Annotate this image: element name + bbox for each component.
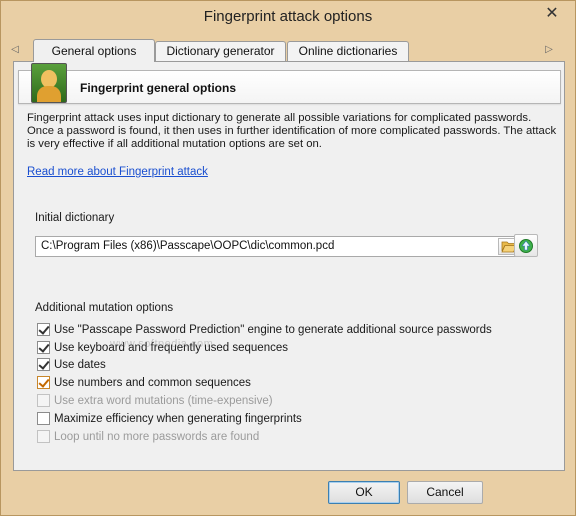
tab-dictionary-generator[interactable]: Dictionary generator — [155, 41, 286, 61]
option-numbers-sequences[interactable]: Use numbers and common sequences — [37, 375, 251, 390]
option-label: Use dates — [54, 358, 106, 371]
tab-scroll-right-icon[interactable]: ▷ — [543, 42, 555, 58]
person-portrait-icon — [31, 63, 67, 103]
checkbox — [37, 394, 50, 407]
ok-button[interactable]: OK — [328, 481, 400, 504]
mutation-options-label: Additional mutation options — [35, 302, 174, 314]
window-title: Fingerprint attack options — [203, 8, 373, 25]
option-label: Maximize efficiency when generating fing… — [54, 412, 302, 425]
checkbox[interactable] — [37, 376, 50, 389]
option-label: Use numbers and common sequences — [54, 376, 251, 389]
section-header-title: Fingerprint general options — [80, 81, 237, 95]
checkbox[interactable] — [37, 412, 50, 425]
dictionary-action-button[interactable] — [514, 234, 538, 257]
option-passcape-prediction[interactable]: Use "Passcape Password Prediction" engin… — [37, 322, 492, 337]
option-maximize-efficiency[interactable]: Maximize efficiency when generating fing… — [37, 411, 302, 426]
option-use-dates[interactable]: Use dates — [37, 357, 106, 372]
tab-content-panel: Fingerprint general options Fingerprint … — [13, 61, 565, 471]
title-bar[interactable]: Fingerprint attack options ✕ — [1, 1, 575, 32]
green-globe-arrow-icon — [519, 238, 533, 253]
checkbox[interactable] — [37, 323, 50, 336]
tab-general-options[interactable]: General options — [33, 39, 155, 62]
close-icon[interactable]: ✕ — [535, 3, 569, 23]
dictionary-path-input[interactable]: C:\Program Files (x86)\Passcape\OOPC\dic… — [35, 236, 523, 257]
cancel-button[interactable]: Cancel — [407, 481, 483, 504]
description-text: Fingerprint attack uses input dictionary… — [27, 112, 557, 150]
watermark: www.softpedia.com — [110, 338, 214, 350]
tab-online-dictionaries[interactable]: Online dictionaries — [287, 41, 409, 61]
option-label: Use extra word mutations (time-expensive… — [54, 394, 273, 407]
checkbox[interactable] — [37, 341, 50, 354]
dictionary-path-value: C:\Program Files (x86)\Passcape\OOPC\dic… — [41, 240, 335, 252]
section-header: Fingerprint general options — [18, 63, 561, 104]
initial-dictionary-label: Initial dictionary — [35, 212, 115, 224]
checkbox — [37, 430, 50, 443]
option-label: Loop until no more passwords are found — [54, 430, 260, 443]
tab-scroll-left-icon[interactable]: ◁ — [9, 42, 21, 58]
checkbox[interactable] — [37, 358, 50, 371]
option-extra-word-mutations: Use extra word mutations (time-expensive… — [37, 393, 273, 408]
option-loop-until-done: Loop until no more passwords are found — [37, 429, 259, 444]
read-more-link[interactable]: Read more about Fingerprint attack — [27, 166, 208, 178]
option-label: Use "Passcape Password Prediction" engin… — [54, 323, 492, 336]
tab-strip: ◁ General options Dictionary generator O… — [9, 39, 567, 62]
dialog-window: Fingerprint attack options ✕ ◁ General o… — [0, 0, 576, 516]
